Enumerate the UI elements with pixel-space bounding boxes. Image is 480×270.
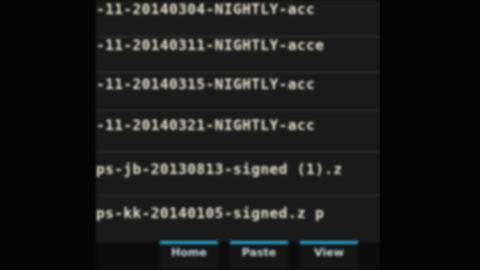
file-item[interactable]: ps-jb-20130813-signed (1).z: [96, 162, 380, 202]
file-item[interactable]: -11-20140321-NIGHTLY-acc: [96, 118, 380, 158]
file-name: -11-20140315-NIGHTLY-acc: [96, 77, 316, 93]
home-button[interactable]: Home: [160, 241, 218, 270]
file-browser-screen: -11-20140304-NIGHTLY-acc -11-20140311-NI…: [96, 0, 380, 270]
list-divider: [96, 72, 380, 73]
file-name: ps-kk-20140105-signed.z p: [96, 206, 325, 222]
list-divider: [96, 110, 380, 111]
list-divider: [96, 195, 380, 196]
file-name: -11-20140311-NIGHTLY-acce: [96, 38, 325, 54]
paste-button[interactable]: Paste: [230, 241, 288, 270]
device-bezel-right: [380, 0, 480, 270]
file-name: -11-20140304-NIGHTLY-acc: [96, 2, 316, 18]
view-button[interactable]: View: [300, 241, 358, 270]
file-name: ps-jb-20130813-signed (1).z: [96, 162, 343, 178]
paste-button-label: Paste: [241, 246, 277, 259]
list-divider: [96, 36, 380, 37]
device-bezel-left: [0, 0, 96, 270]
file-item[interactable]: -11-20140315-NIGHTLY-acc: [96, 77, 380, 117]
view-button-label: View: [314, 246, 344, 259]
list-divider: [96, 151, 380, 152]
home-button-label: Home: [171, 246, 207, 259]
file-item[interactable]: ps-kk-20140105-signed.z p: [96, 206, 380, 246]
bottom-action-bar: Home Paste View: [96, 241, 380, 270]
file-name: -11-20140321-NIGHTLY-acc: [96, 118, 316, 134]
